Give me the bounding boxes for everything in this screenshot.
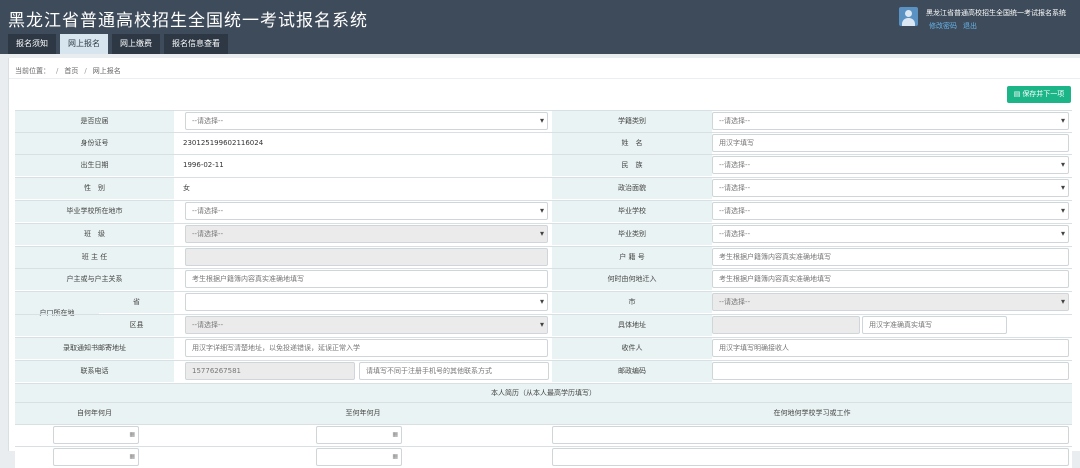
label-politics: 政治面貌 (552, 177, 712, 199)
id-number-value: 230125199602116024 (183, 139, 264, 147)
breadcrumb-home[interactable]: 首页 (64, 67, 78, 75)
label-hukou-no: 户 籍 号 (552, 246, 712, 268)
grid-line (15, 132, 1072, 133)
main-panel: 当前位置：/首页/网上报名 ▤保存并下一项 是否应届--请选择--学籍类别--请… (8, 58, 1080, 468)
grid-line (15, 246, 1072, 247)
calendar-icon[interactable]: ▦ (129, 427, 135, 443)
label-shifou-yingjie: 是否应届 (15, 110, 174, 132)
label-school-location: 毕业学校所在地市 (15, 200, 174, 222)
label-mail-address: 录取通知书邮寄地址 (15, 337, 174, 359)
nav-tab-notice[interactable]: 报名须知 (8, 34, 56, 54)
school-select[interactable]: --请选择-- (712, 202, 1069, 220)
label-ethnic: 民 族 (552, 154, 712, 176)
label-district: 区县 (99, 314, 174, 336)
label-class: 班 级 (15, 223, 174, 245)
resume-row1-from-input[interactable]: ▦ (53, 426, 139, 444)
grid-line (15, 223, 1072, 224)
alt-phone-input[interactable]: 请填写不同于注册手机号的其他联系方式 (359, 362, 549, 380)
grid-line (15, 291, 1072, 292)
resume-col-from: 自何年何月 (15, 402, 174, 424)
district-select[interactable]: --请选择-- (185, 316, 548, 334)
resume-row1-to-input[interactable]: ▦ (316, 426, 402, 444)
teacher-input[interactable] (185, 248, 548, 266)
label-name: 姓 名 (552, 132, 712, 154)
breadcrumb-current: 网上报名 (92, 67, 121, 75)
calendar-icon[interactable]: ▦ (129, 449, 135, 465)
street-prefix-input[interactable] (712, 316, 860, 334)
label-grad-type: 毕业类别 (552, 223, 712, 245)
birth-value: 1996-02-11 (183, 161, 224, 169)
grid-line (15, 424, 1072, 425)
label-xueji-leibie: 学籍类别 (552, 110, 712, 132)
resume-col-where: 在何地何学校学习或工作 (552, 402, 1072, 424)
top-header: 黑龙江省普通高校招生全国统一考试报名系统 报名须知 网上报名 网上缴费 报名信息… (0, 0, 1080, 54)
school-location-select[interactable]: --请选择-- (185, 202, 548, 220)
label-city: 市 (552, 291, 712, 313)
ethnic-select[interactable]: --请选择-- (712, 156, 1069, 174)
breadcrumb: 当前位置： / 首页 / 网上报名 (15, 67, 121, 75)
change-password-link[interactable]: 修改密码 (929, 22, 957, 30)
label-phone: 联系电话 (15, 360, 174, 382)
grad-type-select[interactable]: --请选择-- (712, 225, 1069, 243)
grid-line (15, 154, 1072, 155)
label-gender: 性 别 (15, 177, 174, 199)
grid-line (15, 200, 1072, 201)
shifou-yingjie-select[interactable]: --请选择-- (185, 112, 548, 130)
label-id-number: 身份证号 (15, 132, 174, 154)
label-street: 具体地址 (552, 314, 712, 336)
mail-address-input[interactable]: 用汉字详细写清楚地址，以免投递错误，延误正常入学 (185, 339, 548, 357)
resume-col-to: 至何年何月 (174, 402, 552, 424)
street-detail-input[interactable]: 用汉字准确真实填写 (862, 316, 1007, 334)
grid-line (15, 402, 1072, 403)
postcode-input[interactable] (712, 362, 1069, 380)
province-select[interactable] (185, 293, 548, 311)
grid-line (15, 314, 1072, 315)
grid-line (15, 383, 1072, 384)
label-teacher: 班 主 任 (15, 246, 174, 268)
breadcrumb-prefix: 当前位置： (15, 67, 50, 75)
name-input[interactable]: 用汉字填写 (712, 134, 1069, 152)
label-birth: 出生日期 (15, 154, 174, 176)
hukou-no-input[interactable]: 考生根据户籍簿内容真实准确地填写 (712, 248, 1069, 266)
label-postcode: 邮政编码 (552, 360, 712, 382)
breadcrumb-divider (9, 78, 1080, 79)
phone-input[interactable]: 15776267581 (185, 362, 355, 380)
label-province: 省 (99, 291, 174, 313)
grid-line (15, 337, 1072, 338)
system-title: 黑龙江省普通高校招生全国统一考试报名系统 (8, 11, 368, 31)
city-select[interactable]: --请选择-- (712, 293, 1069, 311)
grid-line (15, 177, 1072, 178)
gender-value: 女 (183, 184, 190, 192)
nav-tab-online-signup[interactable]: 网上报名 (60, 34, 108, 54)
householder-input[interactable]: 考生根据户籍簿内容真实准确地填写 (185, 270, 548, 288)
nav-tab-info-view[interactable]: 报名信息查看 (164, 34, 228, 54)
logout-link[interactable]: 退出 (963, 22, 977, 30)
calendar-icon[interactable]: ▦ (392, 427, 398, 443)
save-and-next-button[interactable]: ▤ 保存并下一项 (1007, 86, 1071, 103)
resume-row1-where-input[interactable] (552, 426, 1069, 444)
politics-select[interactable]: --请选择-- (712, 179, 1069, 197)
move-in-input[interactable]: 考生根据户籍簿内容真实准确地填写 (712, 270, 1069, 288)
user-links: 修改密码 退出 (929, 21, 983, 31)
calendar-icon[interactable]: ▦ (392, 449, 398, 465)
grid-line (15, 110, 1072, 111)
label-school: 毕业学校 (552, 200, 712, 222)
grid-line (15, 446, 1072, 447)
class-select[interactable]: --请选择-- (185, 225, 548, 243)
grid-line (15, 360, 1072, 361)
user-avatar-icon (899, 7, 918, 26)
user-name: 黑龙江省普通高校招生全国统一考试报名系统 (926, 9, 1066, 17)
label-receiver: 收件人 (552, 337, 712, 359)
grid-line (15, 268, 1072, 269)
receiver-input[interactable]: 用汉字填写明确接收人 (712, 339, 1069, 357)
nav-tab-online-payment[interactable]: 网上缴费 (112, 34, 160, 54)
label-householder: 户主或与户主关系 (15, 268, 174, 290)
main-nav: 报名须知 网上报名 网上缴费 报名信息查看 (8, 34, 228, 54)
save-and-next-label: 保存并下一项 (1022, 90, 1065, 98)
resume-title: 本人简历（从本人最高学历填写） (15, 383, 1072, 403)
save-icon: ▤ (1013, 90, 1021, 98)
label-move-in: 何时由何地迁入 (552, 268, 712, 290)
xueji-leibie-select[interactable]: --请选择-- (712, 112, 1069, 130)
